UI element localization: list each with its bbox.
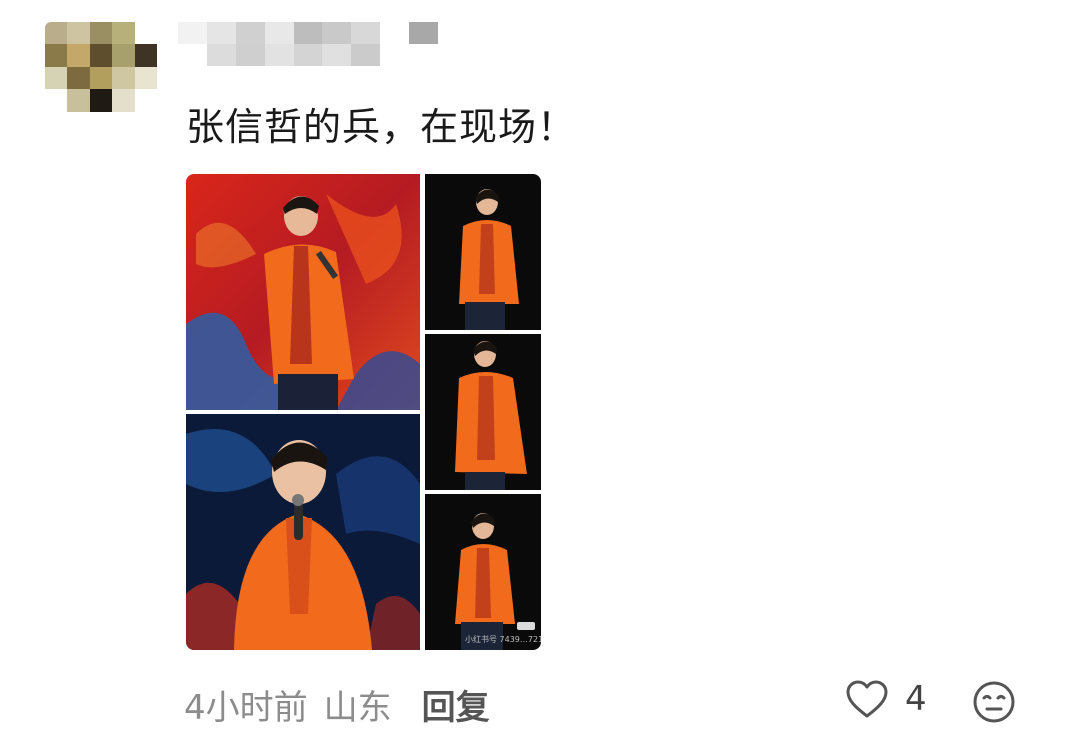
photo-grid: 小红书号 7439…721 <box>186 174 541 650</box>
comment-location: 山东 <box>323 688 392 728</box>
photo-3[interactable] <box>425 174 541 330</box>
reply-button[interactable]: 回复 <box>422 680 490 729</box>
photo-4[interactable] <box>425 334 541 490</box>
avatar[interactable] <box>45 22 157 134</box>
photo-2[interactable] <box>186 414 420 650</box>
photo-5[interactable]: 小红书号 7439…721 <box>425 494 541 650</box>
comment-time: 4小时前 <box>184 688 308 728</box>
heart-outline-icon[interactable] <box>845 679 889 719</box>
username-pixelated[interactable] <box>178 22 438 66</box>
like-button[interactable]: 4 <box>845 679 927 719</box>
comment-meta: 4小时前 山东 回复 <box>184 680 490 729</box>
neutral-face-icon[interactable] <box>972 680 1016 724</box>
comment-text: 张信哲的兵，在现场！ <box>186 105 577 149</box>
photo-1[interactable] <box>186 174 420 410</box>
watermark-text: 小红书号 7439…721 <box>465 635 541 644</box>
like-count: 4 <box>905 679 927 719</box>
